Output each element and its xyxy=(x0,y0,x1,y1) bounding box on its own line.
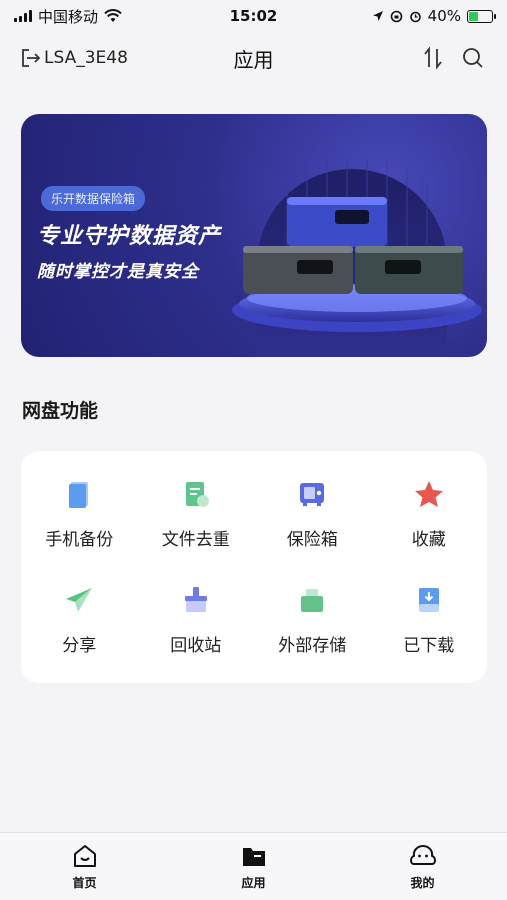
feature-label: 手机备份 xyxy=(45,529,114,550)
folder-icon xyxy=(242,848,265,866)
page-title: 应用 xyxy=(233,47,274,72)
header-actions xyxy=(419,44,487,72)
carrier-label: 中国移动 xyxy=(38,7,99,26)
feature-favorites[interactable]: 收藏 xyxy=(371,461,488,567)
download-icon xyxy=(414,585,444,615)
search-button[interactable] xyxy=(459,44,487,72)
battery-level xyxy=(469,11,478,21)
sort-arrows-icon xyxy=(424,46,442,70)
safe-icon xyxy=(297,479,327,509)
nav-profile[interactable]: 我的 xyxy=(363,842,483,891)
feature-label: 外部存储 xyxy=(278,635,347,656)
profile-icon xyxy=(409,845,436,865)
device-switcher[interactable]: LSA_3E48 xyxy=(20,47,128,69)
nav-home[interactable]: 首页 xyxy=(25,842,145,891)
alarm-icon xyxy=(409,11,421,22)
cellular-signal-icon xyxy=(14,10,32,22)
feature-external-storage[interactable]: 外部存储 xyxy=(254,567,371,673)
nav-label: 我的 xyxy=(410,876,435,890)
status-left: 中国移动 xyxy=(14,6,122,27)
status-bar: 中国移动 15:02 40% xyxy=(0,0,507,32)
promo-banner[interactable]: 乐开数据保险箱 专业守护数据资产 随时掌控才是真安全 xyxy=(21,114,487,357)
battery-percent: 40% xyxy=(427,7,461,25)
banner-tag: 乐开数据保险箱 xyxy=(41,186,146,211)
home-icon xyxy=(73,845,96,867)
usb-drive-icon xyxy=(297,585,327,615)
file-dedupe-icon xyxy=(181,479,211,509)
broom-icon xyxy=(181,585,211,615)
feature-label: 已下载 xyxy=(403,635,455,656)
battery-icon xyxy=(467,9,496,23)
feature-label: 分享 xyxy=(62,635,97,656)
feature-label: 回收站 xyxy=(170,635,222,656)
nav-apps[interactable]: 应用 xyxy=(194,842,314,891)
feature-label: 文件去重 xyxy=(161,529,230,550)
search-icon xyxy=(463,48,483,68)
feature-grid: 手机备份 文件去重 保险箱 收藏 分享 回收站 外部存储 已下载 xyxy=(21,451,487,683)
paper-plane-icon xyxy=(64,585,94,615)
feature-downloaded[interactable]: 已下载 xyxy=(371,567,488,673)
feature-phone-backup[interactable]: 手机备份 xyxy=(21,461,138,567)
banner-subheadline: 随时掌控才是真安全 xyxy=(37,262,199,282)
phone-backup-icon xyxy=(64,479,94,509)
wifi-icon xyxy=(104,9,122,22)
feature-safe[interactable]: 保险箱 xyxy=(254,461,371,567)
device-name: LSA_3E48 xyxy=(44,48,128,68)
nav-label: 应用 xyxy=(241,876,266,890)
bottom-nav: 首页 应用 我的 xyxy=(0,832,507,900)
app-header: LSA_3E48 应用 xyxy=(0,38,507,78)
status-right: 40% xyxy=(372,7,496,25)
clock: 15:02 xyxy=(229,7,278,25)
feature-share[interactable]: 分享 xyxy=(21,567,138,673)
nav-label: 首页 xyxy=(72,876,97,890)
feature-label: 保险箱 xyxy=(286,529,338,550)
feature-recycle-bin[interactable]: 回收站 xyxy=(138,567,255,673)
sort-button[interactable] xyxy=(419,44,447,72)
star-icon xyxy=(414,479,444,509)
section-title: 网盘功能 xyxy=(22,400,99,422)
orientation-lock-icon xyxy=(390,10,402,22)
exit-arrow-icon xyxy=(22,49,41,67)
feature-file-dedupe[interactable]: 文件去重 xyxy=(138,461,255,567)
banner-headline: 专业守护数据资产 xyxy=(37,224,222,249)
location-arrow-icon xyxy=(372,11,383,21)
safe-box-illustration xyxy=(232,159,482,357)
feature-label: 收藏 xyxy=(411,529,446,550)
